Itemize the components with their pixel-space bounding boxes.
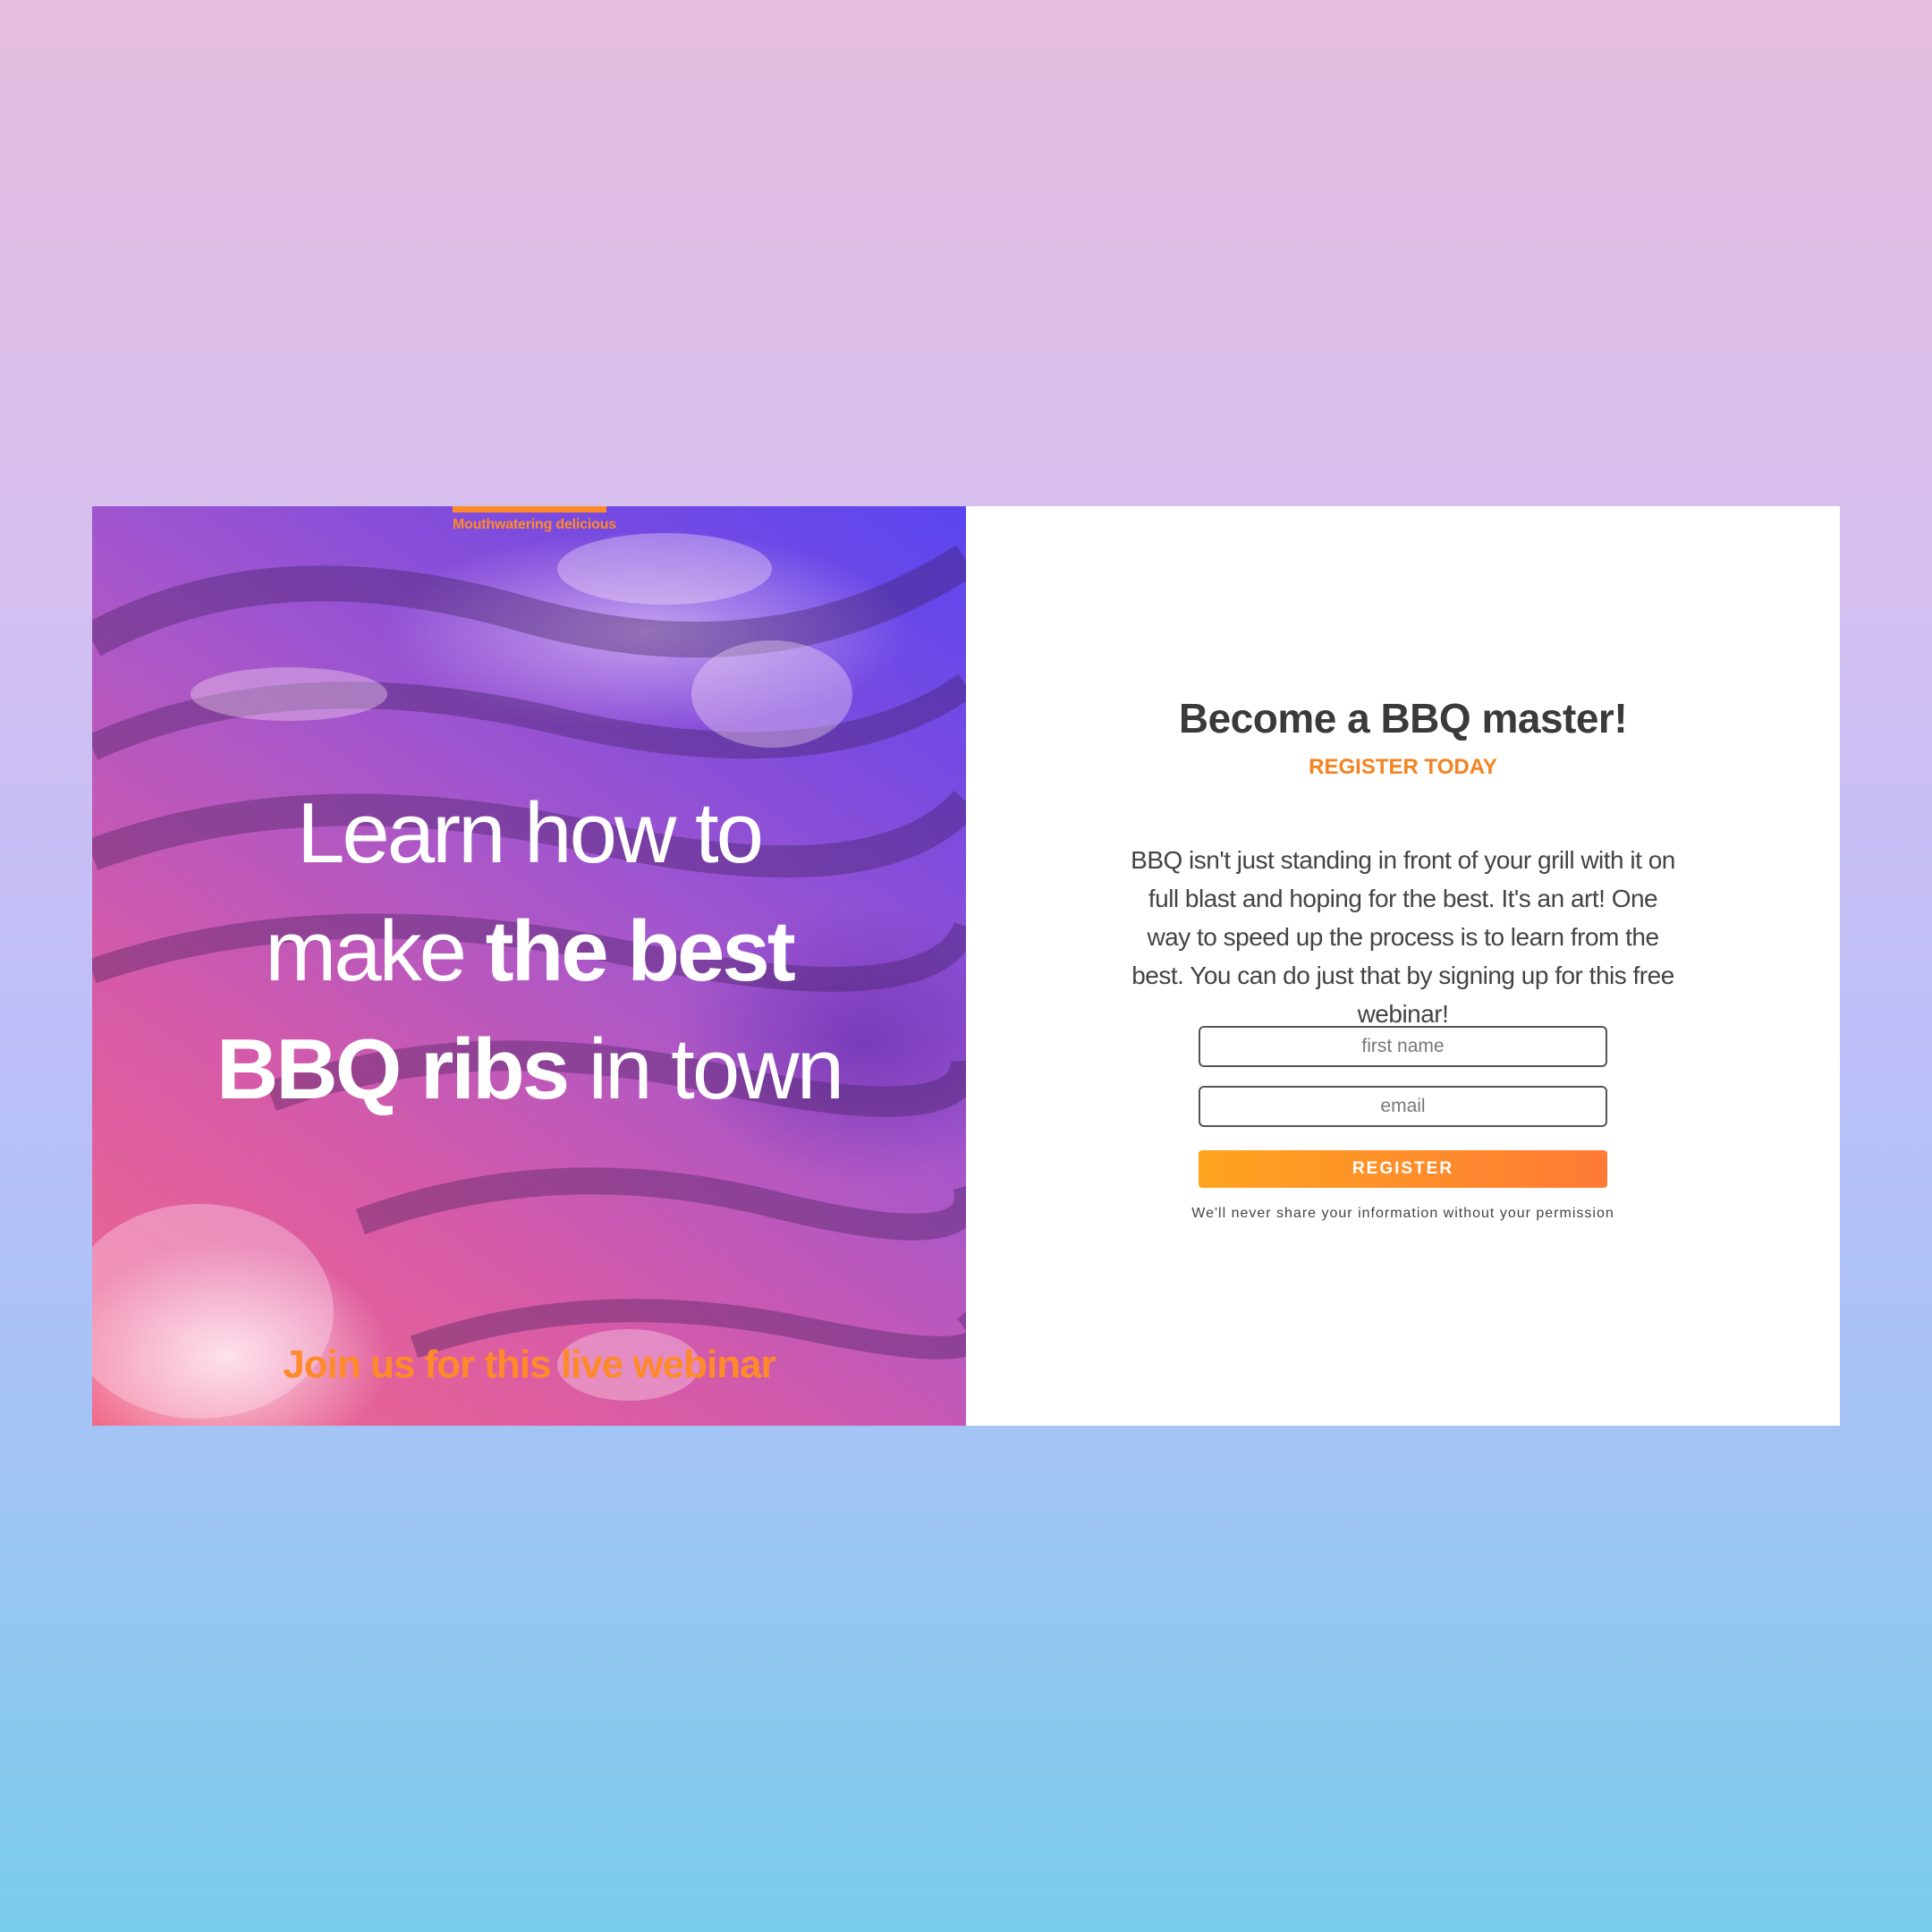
hero-headline: Learn how to make the best BBQ ribs in t… <box>92 775 966 1129</box>
registration-panel: Become a BBQ master! REGISTER TODAY BBQ … <box>966 506 1840 1426</box>
hero-image-panel: Mouthwatering delicious Learn how to mak… <box>92 506 966 1426</box>
headline-line-3: BBQ ribs in town <box>92 1011 966 1129</box>
privacy-note: We'll never share your information witho… <box>1191 1206 1614 1221</box>
headline-line-2-light: make <box>265 903 486 999</box>
headline-line-1: Learn how to <box>296 785 764 881</box>
email-input[interactable] <box>1199 1086 1607 1127</box>
hero-tag: Mouthwatering delicious <box>453 517 616 532</box>
register-button[interactable]: REGISTER <box>1199 1150 1607 1188</box>
form-description: BBQ isn't just standing in front of your… <box>1131 846 1675 1028</box>
form-subtitle: REGISTER TODAY <box>1309 755 1497 779</box>
first-name-input[interactable] <box>1199 1026 1607 1067</box>
headline-line-2-bold: the best <box>485 903 796 999</box>
landing-card: Mouthwatering delicious Learn how to mak… <box>92 506 1840 1426</box>
tag-accent-bar <box>453 506 606 513</box>
webinar-callout: Join us for this live webinar <box>283 1343 775 1386</box>
headline-line-3-bold: BBQ ribs <box>216 1021 570 1117</box>
headline-line-2: make the best <box>92 893 966 1011</box>
form-title: Become a BBQ master! <box>1178 695 1628 741</box>
headline-line-3-light: in town <box>567 1021 844 1117</box>
